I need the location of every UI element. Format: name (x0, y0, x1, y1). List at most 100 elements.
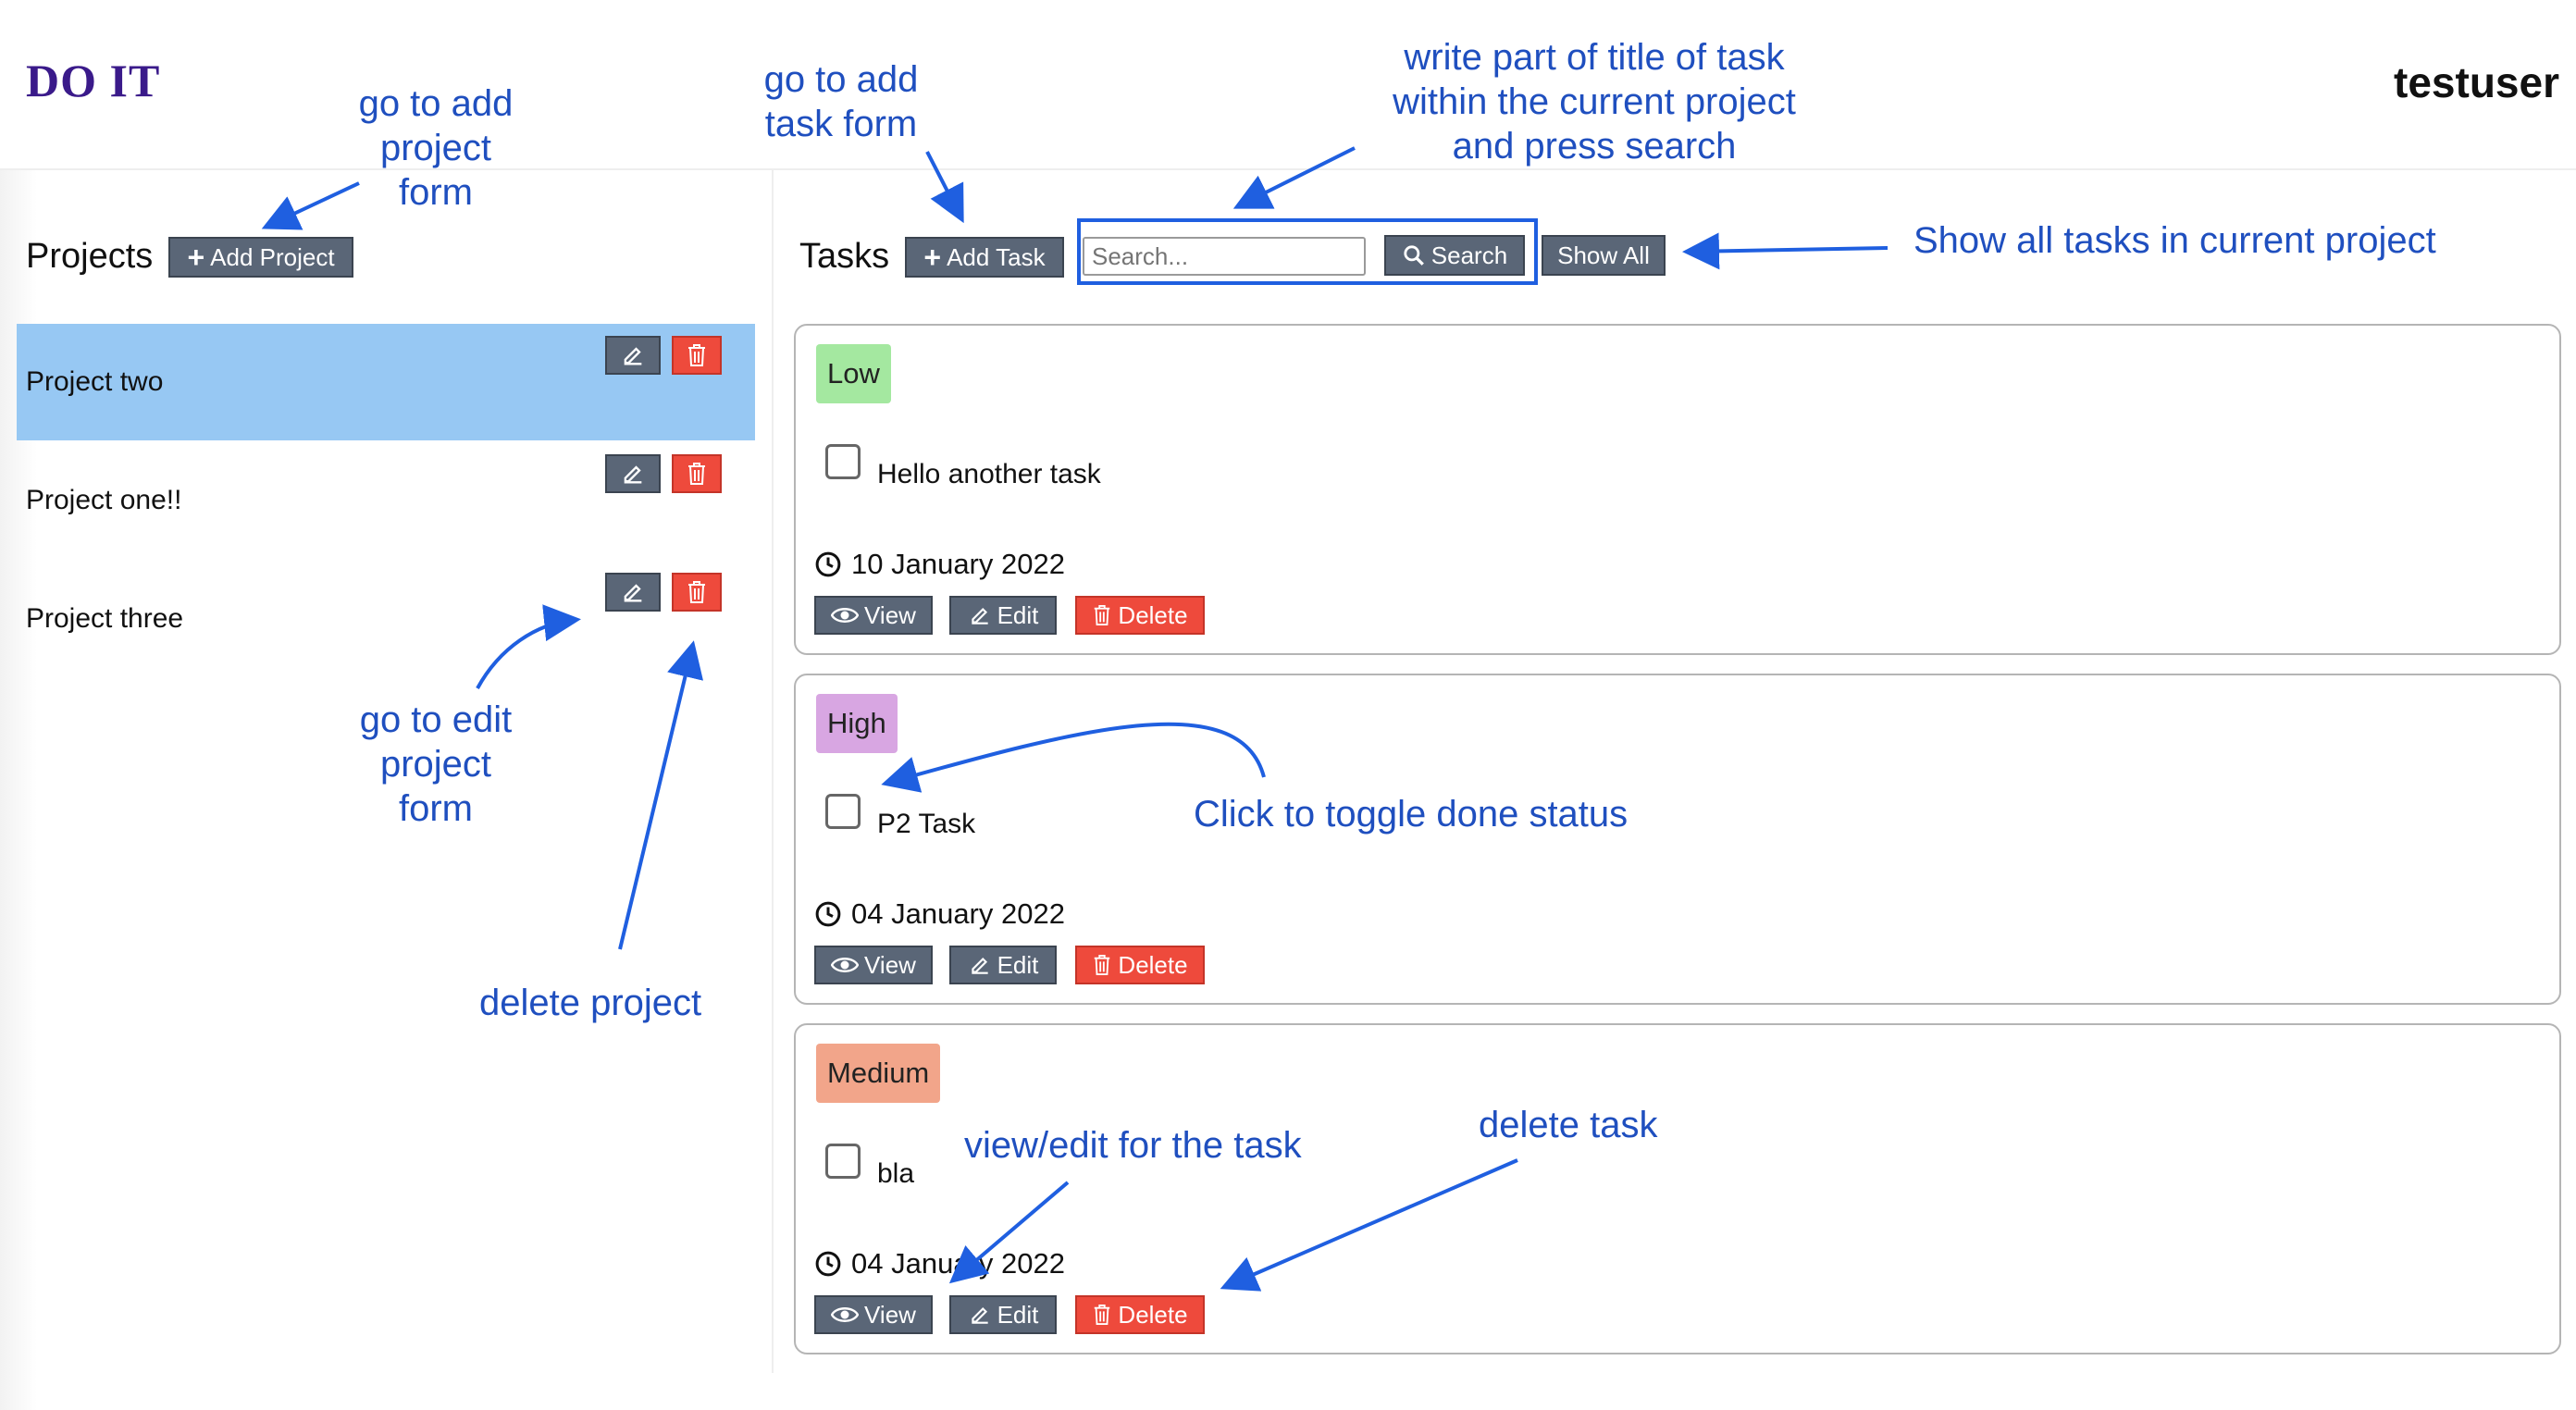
trash-icon (688, 581, 705, 603)
edit-label: Edit (997, 950, 1039, 979)
delete-task-button[interactable]: Delete (1075, 946, 1205, 984)
annotation-line: form (399, 788, 473, 829)
annotation-toggle-done: Click to toggle done status (1194, 794, 1629, 835)
annotation-line: project (379, 744, 492, 785)
priority-badge: Low (816, 344, 891, 403)
arrow-show-all (1682, 232, 1889, 270)
clock-icon (815, 901, 841, 927)
search-input[interactable] (1083, 237, 1366, 276)
eye-icon (831, 1307, 860, 1322)
trash-icon (688, 344, 705, 366)
task-card: Low Hello another task 10 January 2022 V… (794, 324, 2561, 655)
edit-project-button[interactable] (605, 573, 661, 612)
arrow-search (1232, 146, 1356, 209)
done-checkbox[interactable] (825, 1144, 861, 1179)
project-name: Project three (26, 603, 184, 634)
eye-icon (831, 958, 860, 972)
view-task-button[interactable]: View (814, 1295, 933, 1334)
clock-icon (815, 1251, 841, 1277)
add-task-label: Add Task (947, 242, 1046, 271)
task-date: 04 January 2022 (814, 897, 1065, 931)
annotation-line: and press search (1452, 126, 1737, 167)
view-task-button[interactable]: View (814, 596, 933, 635)
task-title: bla (877, 1158, 915, 1189)
plus-icon: + (923, 241, 942, 274)
trash-icon (1095, 1305, 1110, 1325)
annotation-delete-task: delete task (1479, 1105, 1658, 1145)
delete-label: Delete (1118, 600, 1188, 629)
annotation-line: within the current project (1393, 81, 1796, 122)
view-label: View (864, 950, 916, 979)
annotation-line: go to edit (359, 699, 513, 740)
view-label: View (864, 600, 916, 629)
task-date-text: 10 January 2022 (851, 548, 1065, 580)
clock-icon (815, 551, 841, 577)
done-checkbox[interactable] (825, 444, 861, 479)
delete-project-button[interactable] (672, 573, 722, 612)
priority-badge: Medium (816, 1044, 941, 1103)
annotation-line: form (399, 172, 473, 213)
edit-project-button[interactable] (605, 454, 661, 493)
arrow-delete-project (618, 640, 704, 950)
delete-project-button[interactable] (672, 454, 722, 493)
annotation-line: project (379, 128, 492, 168)
delete-task-button[interactable]: Delete (1075, 1295, 1205, 1334)
task-card: High P2 Task 04 January 2022 View Edit D… (794, 674, 2561, 1005)
task-title: P2 Task (877, 809, 976, 839)
edit-icon (971, 1306, 988, 1324)
view-label: View (864, 1300, 916, 1329)
annotation-add-task: go to add task form (746, 57, 936, 146)
brand-logo[interactable]: DO IT (26, 54, 160, 107)
project-name: Project one!! (26, 485, 182, 515)
trash-icon (1095, 955, 1110, 975)
panel-divider (772, 170, 774, 1373)
arrow-add-task (925, 151, 964, 224)
edit-icon (971, 957, 988, 974)
add-project-label: Add Project (210, 242, 335, 271)
add-project-button[interactable]: + Add Project (168, 237, 353, 278)
projects-heading: Projects (26, 237, 154, 276)
annotation-view-edit-task: view/edit for the task (964, 1125, 1302, 1166)
annotation-add-project: go to add project form (348, 81, 524, 215)
eye-icon (831, 608, 860, 623)
done-checkbox[interactable] (825, 794, 861, 829)
delete-task-button[interactable]: Delete (1075, 596, 1205, 635)
trash-icon (1095, 605, 1110, 625)
edit-label: Edit (997, 600, 1039, 629)
search-label: Search (1430, 241, 1508, 269)
task-date: 10 January 2022 (814, 548, 1065, 581)
edit-icon (624, 347, 642, 365)
edit-icon (624, 465, 642, 484)
annotation-search: write part of title of task within the c… (1368, 35, 1821, 168)
task-card: Medium bla 04 January 2022 View Edit Del… (794, 1023, 2561, 1354)
search-icon (1404, 245, 1424, 266)
annotation-line: go to add (763, 59, 919, 100)
annotation-show-all: Show all tasks in current project (1913, 220, 2436, 261)
edit-task-button[interactable]: Edit (949, 596, 1057, 635)
project-name: Project two (26, 366, 164, 397)
trash-icon (688, 463, 705, 485)
edit-icon (624, 584, 642, 602)
search-button[interactable]: Search (1384, 235, 1525, 276)
annotation-edit-project: go to edit project form (348, 698, 524, 831)
edit-task-button[interactable]: Edit (949, 1295, 1057, 1334)
tasks-heading: Tasks (799, 237, 890, 276)
task-title: Hello another task (877, 459, 1101, 489)
show-all-button[interactable]: Show All (1542, 235, 1666, 276)
annotation-line: go to add (358, 83, 514, 124)
view-task-button[interactable]: View (814, 946, 933, 984)
delete-label: Delete (1118, 1300, 1188, 1329)
priority-badge: High (816, 694, 898, 753)
task-date-text: 04 January 2022 (851, 897, 1065, 930)
edit-task-button[interactable]: Edit (949, 946, 1057, 984)
plus-icon: + (187, 241, 205, 274)
task-date-text: 04 January 2022 (851, 1247, 1065, 1280)
arrow-add-project (261, 181, 360, 230)
delete-label: Delete (1118, 950, 1188, 979)
edit-project-button[interactable] (605, 336, 661, 375)
annotation-line: write part of title of task (1404, 37, 1785, 78)
username[interactable]: testuser (2394, 57, 2559, 107)
edit-icon (971, 607, 988, 625)
add-task-button[interactable]: + Add Task (905, 237, 1064, 278)
delete-project-button[interactable] (672, 336, 722, 375)
